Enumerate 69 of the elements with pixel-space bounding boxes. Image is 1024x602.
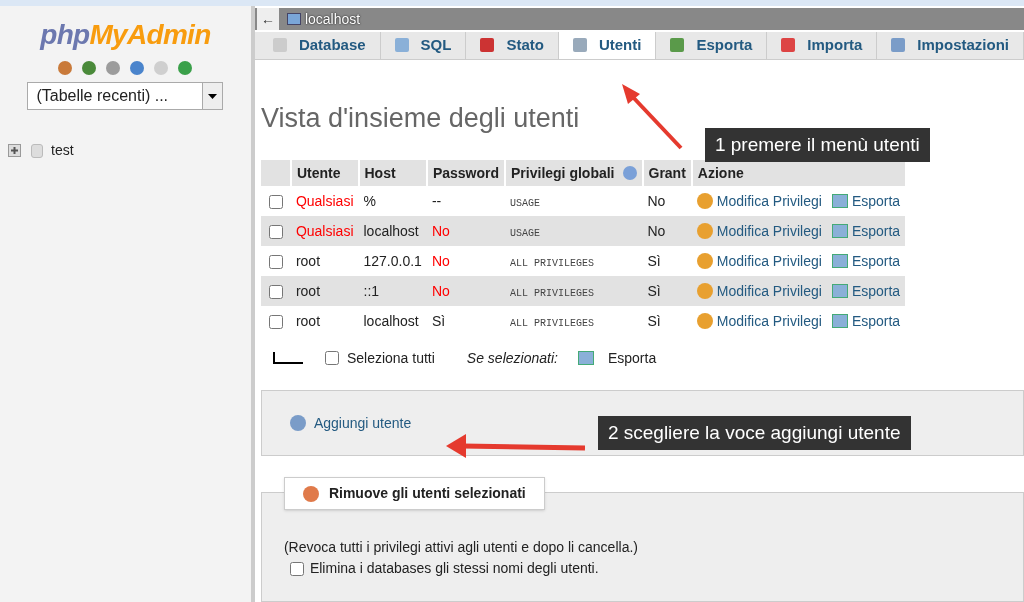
edit-privileges-link[interactable]: Modifica Privilegi (716, 310, 822, 332)
export-link[interactable]: Esporta (851, 220, 901, 242)
table-cell: Qualsiasi (290, 186, 359, 216)
expand-icon[interactable] (8, 144, 21, 157)
edit-privileges-link[interactable]: Modifica Privilegi (716, 190, 822, 212)
column-header: Host (358, 160, 427, 186)
table-cell: Sì (642, 246, 692, 276)
table-cell: No (642, 216, 692, 246)
table-cell: ALL PRIVILEGES (510, 317, 595, 329)
table-cell: No (426, 216, 506, 246)
row-checkbox[interactable] (268, 284, 283, 299)
checkbox[interactable] (289, 561, 304, 576)
export-link[interactable]: Esporta (851, 310, 901, 332)
page-heading: Vista d'insieme degli utenti (260, 101, 580, 135)
table-cell: ALL PRIVILEGES (510, 287, 595, 299)
tab[interactable]: Utenti (558, 32, 657, 59)
row-checkbox[interactable] (268, 314, 283, 329)
table-cell: ::1 (358, 276, 427, 306)
table-cell: -- (426, 186, 506, 216)
dropdown[interactable]: (Tabelle recenti) ... (27, 82, 224, 110)
server-link[interactable]: localhost (304, 8, 361, 30)
column-header: Azione (691, 160, 906, 186)
add-user-link[interactable]: Aggiungi utente (313, 412, 412, 434)
table-cell: No (426, 246, 506, 276)
table-cell: root (290, 246, 359, 276)
row-checkbox[interactable] (268, 224, 283, 239)
export-button[interactable]: Esporta (607, 347, 657, 369)
arrow (622, 84, 683, 150)
table-cell: root (290, 276, 359, 306)
tree-item[interactable]: test (51, 140, 74, 161)
logo-text: MyAdmin (89, 18, 211, 52)
column-header: Utente (290, 160, 359, 186)
checkbox-label[interactable]: Elimina i databases gli stessi nomi degli utenti. (309, 558, 599, 579)
table-cell: localhost (358, 306, 427, 336)
logo-text: php (40, 18, 90, 52)
annotation: 2 scegliere la voce aggiungi utente (597, 415, 911, 450)
table-cell: Sì (642, 306, 692, 336)
table-cell: USAGE (510, 227, 541, 239)
legend-title: Rimuove gli utenti selezionati (328, 484, 526, 503)
column-header: Password (426, 160, 506, 186)
row-checkbox[interactable] (268, 194, 283, 209)
column-header: Privilegi globali (511, 163, 615, 183)
annotation: 1 premere il menù utenti (704, 127, 930, 162)
table-cell: ALL PRIVILEGES (510, 257, 595, 269)
note: (Revoca tutti i privilegi attivi agli utenti e dopo li cancella.) (283, 538, 639, 557)
table-cell: No (426, 276, 506, 306)
table-cell: % (358, 186, 427, 216)
edit-privileges-link[interactable]: Modifica Privilegi (716, 280, 822, 302)
export-link[interactable]: Esporta (851, 280, 901, 302)
row-checkbox[interactable] (268, 254, 283, 269)
checkbox[interactable] (324, 351, 339, 365)
table-cell: Sì (642, 276, 692, 306)
table-cell: Qualsiasi (290, 216, 359, 246)
checkbox-label[interactable]: Seleziona tutti (346, 347, 435, 369)
caret-icon (208, 93, 218, 99)
table-cell: root (290, 306, 359, 336)
export-link[interactable]: Esporta (851, 250, 901, 272)
select-arrow-icon (272, 352, 303, 364)
label: Se selezionati: (466, 348, 558, 368)
column-header: Grant (642, 160, 692, 186)
table-cell: Sì (426, 306, 506, 336)
edit-privileges-link[interactable]: Modifica Privilegi (716, 250, 822, 272)
table-cell: 127.0.0.1 (358, 246, 427, 276)
export-link[interactable]: Esporta (851, 190, 901, 212)
table-cell: USAGE (510, 197, 541, 209)
table-cell: No (642, 186, 692, 216)
back-button[interactable]: ← (256, 8, 279, 30)
edit-privileges-link[interactable]: Modifica Privilegi (716, 220, 822, 242)
table-cell: localhost (358, 216, 427, 246)
